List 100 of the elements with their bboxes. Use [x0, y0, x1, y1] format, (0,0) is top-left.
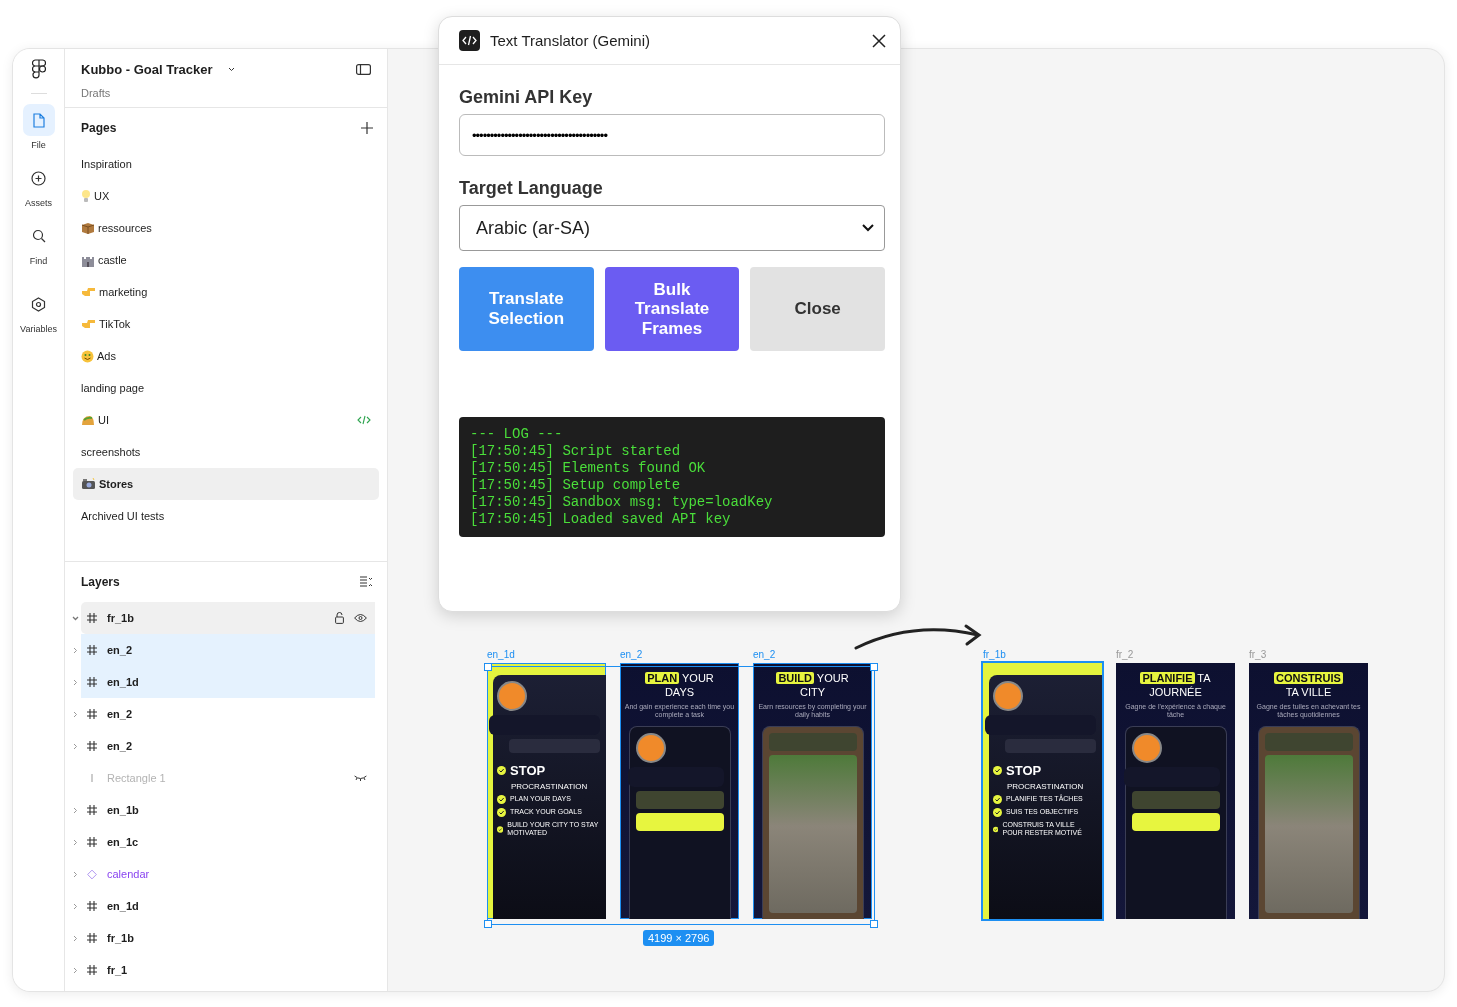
check-icon — [993, 824, 999, 834]
log-line: [17:50:45] Script started — [470, 443, 682, 460]
avatar-placeholder — [497, 681, 527, 711]
hash-icon — [87, 645, 97, 655]
resize-handle[interactable] — [484, 663, 492, 671]
hash-icon — [87, 805, 97, 815]
log-line: [17:50:45] Elements found OK — [470, 460, 707, 477]
hash-icon — [87, 741, 97, 751]
diamond-icon — [87, 868, 97, 880]
action-button[interactable]: Close — [750, 267, 885, 351]
eye-closed-icon[interactable] — [354, 775, 367, 781]
pointing-hand-icon — [81, 318, 96, 330]
section-title: Pages — [81, 121, 117, 135]
page-item[interactable]: TikTok — [73, 308, 379, 340]
layer-row[interactable]: calendar — [65, 858, 387, 890]
size-badge: 4199 × 2796 — [643, 930, 715, 946]
chevron-right-icon[interactable] — [72, 902, 78, 910]
page-item[interactable]: landing page — [73, 372, 379, 404]
code-icon[interactable] — [357, 415, 371, 425]
page-item[interactable]: screenshots — [73, 436, 379, 468]
headline-subtitle: PROCRASTINATION — [1006, 782, 1085, 791]
check-icon — [993, 795, 1002, 804]
file-location: Drafts — [81, 87, 112, 99]
page-item[interactable]: marketing — [73, 276, 379, 308]
check-icon — [993, 808, 1002, 817]
headline: PLAN YOUR DAYS — [645, 671, 714, 700]
chevron-right-icon[interactable] — [72, 838, 78, 846]
box-icon — [81, 221, 95, 235]
resize-handle[interactable] — [870, 920, 878, 928]
hash-icon — [87, 837, 97, 847]
plus-circle-icon — [31, 170, 46, 186]
sidebar-tab[interactable]: Assets — [22, 162, 55, 208]
avatar-placeholder — [993, 681, 1023, 711]
hash-icon — [87, 677, 97, 687]
layer-row[interactable]: en_1b — [65, 794, 387, 826]
layer-row[interactable]: en_1d — [65, 890, 387, 922]
hash-icon — [87, 709, 97, 719]
selection-box[interactable] — [487, 666, 875, 925]
headline: CONSTRUIS TA VILLE — [1274, 671, 1343, 700]
log-line: [17:50:45] Loaded saved API key — [470, 511, 732, 528]
lock-icon[interactable] — [335, 612, 344, 624]
log-line: [17:50:45] Sandbox msg: type=loadKey — [470, 494, 774, 511]
hash-icon — [87, 933, 97, 943]
section-title: Layers — [81, 575, 120, 589]
taco-icon — [81, 414, 95, 426]
page-item[interactable]: castle — [73, 244, 379, 276]
hash-icon — [87, 901, 97, 911]
close-button[interactable] — [870, 31, 888, 50]
lightbulb-icon — [81, 189, 91, 203]
page-item[interactable]: Archived UI tests — [73, 500, 379, 532]
headline: STOP — [1006, 763, 1042, 778]
page-item[interactable]: UX — [73, 180, 379, 212]
check-icon — [497, 795, 506, 804]
layer-row[interactable]: fr_1b — [65, 922, 387, 954]
headline: PLANIFIE TA JOURNÉE — [1140, 671, 1211, 700]
resize-handle[interactable] — [484, 920, 492, 928]
headline: BUILD YOUR CITY — [776, 671, 849, 700]
code-icon — [459, 30, 480, 51]
api-key-field[interactable]: •••••••••••••••••••••••••••••••••••••• — [459, 114, 885, 156]
logo-icon[interactable] — [31, 59, 46, 79]
page-item[interactable]: UI — [73, 404, 379, 436]
sidebar-tab[interactable]: Find — [22, 220, 55, 266]
chevron-right-icon[interactable] — [72, 742, 78, 750]
chevron-down-icon[interactable] — [228, 67, 236, 72]
collapse-layers-icon[interactable] — [359, 576, 373, 588]
log-line: --- LOG --- — [470, 426, 564, 443]
eye-icon[interactable] — [354, 614, 367, 622]
page-item[interactable]: ressources — [73, 212, 379, 244]
page-item[interactable]: Ads — [73, 340, 379, 372]
panel-toggle-icon[interactable] — [356, 64, 371, 75]
chevron-right-icon[interactable] — [72, 646, 78, 654]
check-icon — [497, 766, 506, 775]
file-title[interactable]: Kubbo - Goal Tracker — [81, 62, 213, 77]
layer-row[interactable]: en_2 — [65, 698, 387, 730]
page-item[interactable]: Stores — [73, 468, 379, 500]
language-dropdown[interactable]: Arabic (ar-SA) — [459, 205, 885, 251]
chevron-down-icon — [862, 224, 874, 232]
add-icon[interactable] — [361, 122, 373, 134]
resize-handle[interactable] — [870, 663, 878, 671]
chevron-right-icon[interactable] — [72, 934, 78, 942]
search-icon — [31, 229, 46, 243]
chevron-right-icon[interactable] — [72, 806, 78, 814]
camera-icon — [81, 478, 96, 490]
chevron-right-icon[interactable] — [72, 966, 78, 974]
chevron-right-icon[interactable] — [72, 678, 78, 686]
sidebar-tab[interactable]: Variables — [20, 288, 57, 334]
close-icon — [872, 33, 886, 48]
page-item[interactable]: Inspiration — [73, 148, 379, 180]
file-icon — [32, 112, 45, 128]
hash-icon — [87, 613, 97, 623]
action-button[interactable]: Bulk Translate Frames — [604, 267, 740, 351]
chevron-right-icon[interactable] — [72, 710, 78, 718]
layer-row[interactable]: en_1c — [65, 826, 387, 858]
hash-icon — [87, 965, 97, 975]
hexagon-icon — [31, 296, 46, 312]
check-icon — [993, 766, 1002, 775]
dialog-title: Text Translator (Gemini) — [490, 32, 652, 49]
layer-row[interactable]: en_2 — [65, 730, 387, 762]
layer-row[interactable]: fr_1 — [65, 954, 387, 986]
chevron-right-icon[interactable] — [72, 870, 78, 878]
